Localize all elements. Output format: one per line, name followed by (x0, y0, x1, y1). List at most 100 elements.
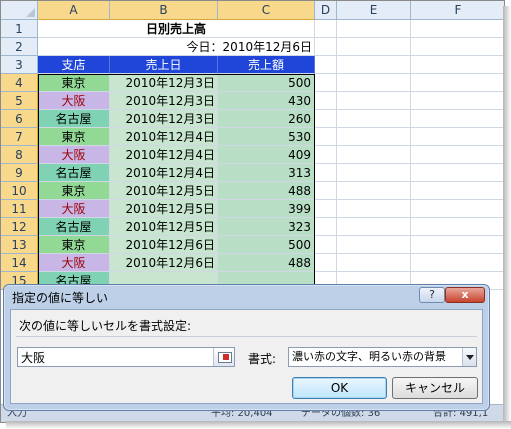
empty-cell[interactable] (337, 146, 411, 164)
row-header-5[interactable]: 5 (1, 92, 38, 110)
empty-cell[interactable] (337, 254, 411, 272)
empty-cell[interactable] (411, 20, 504, 38)
empty-cell[interactable] (315, 164, 337, 182)
empty-cell[interactable] (337, 92, 411, 110)
branch-cell[interactable]: 大阪 (38, 254, 110, 272)
column-header-d[interactable]: D (315, 1, 337, 20)
date-cell[interactable]: 2010年12月5日 (110, 200, 218, 218)
empty-cell[interactable] (411, 182, 504, 200)
empty-cell[interactable] (411, 218, 504, 236)
date-cell[interactable]: 2010年12月5日 (110, 218, 218, 236)
empty-cell[interactable] (411, 146, 504, 164)
empty-cell[interactable] (337, 182, 411, 200)
sheet-title[interactable]: 日別売上高 (38, 20, 315, 38)
row-header-7[interactable]: 7 (1, 128, 38, 146)
range-reference-button[interactable] (213, 348, 234, 366)
branch-cell[interactable]: 大阪 (38, 92, 110, 110)
empty-cell[interactable] (411, 56, 504, 74)
empty-cell[interactable] (411, 236, 504, 254)
date-cell[interactable]: 2010年12月4日 (110, 128, 218, 146)
branch-cell[interactable]: 大阪 (38, 146, 110, 164)
empty-cell[interactable] (315, 110, 337, 128)
empty-cell[interactable] (411, 128, 504, 146)
row-header-13[interactable]: 13 (1, 236, 38, 254)
empty-cell[interactable] (315, 56, 337, 74)
row-header-6[interactable]: 6 (1, 110, 38, 128)
row-header-14[interactable]: 14 (1, 254, 38, 272)
table-header[interactable]: 支店 (38, 56, 110, 74)
empty-cell[interactable] (315, 182, 337, 200)
cancel-button[interactable]: キャンセル (392, 377, 478, 399)
empty-cell[interactable] (411, 92, 504, 110)
empty-cell[interactable] (411, 200, 504, 218)
empty-cell[interactable] (337, 236, 411, 254)
amount-cell[interactable]: 430 (218, 92, 315, 110)
amount-cell[interactable]: 323 (218, 218, 315, 236)
table-header[interactable]: 売上額 (218, 56, 315, 74)
branch-cell[interactable]: 名古屋 (38, 218, 110, 236)
empty-cell[interactable] (315, 128, 337, 146)
row-header-8[interactable]: 8 (1, 146, 38, 164)
empty-cell[interactable] (411, 110, 504, 128)
empty-cell[interactable] (411, 254, 504, 272)
date-cell[interactable]: 2010年12月3日 (110, 110, 218, 128)
row-header-10[interactable]: 10 (1, 182, 38, 200)
empty-cell[interactable] (337, 110, 411, 128)
empty-cell[interactable] (337, 164, 411, 182)
column-header-b[interactable]: B (110, 1, 218, 20)
empty-cell[interactable] (315, 218, 337, 236)
branch-cell[interactable]: 東京 (38, 182, 110, 200)
branch-cell[interactable]: 名古屋 (38, 110, 110, 128)
close-button[interactable]: x (445, 287, 485, 303)
amount-cell[interactable]: 399 (218, 200, 315, 218)
value-input[interactable] (17, 347, 235, 367)
empty-cell[interactable] (337, 20, 411, 38)
empty-cell[interactable] (411, 74, 504, 92)
branch-cell[interactable]: 東京 (38, 236, 110, 254)
date-cell[interactable]: 2010年12月4日 (110, 146, 218, 164)
empty-cell[interactable] (315, 74, 337, 92)
empty-cell[interactable] (337, 74, 411, 92)
empty-cell[interactable] (315, 254, 337, 272)
branch-cell[interactable]: 名古屋 (38, 164, 110, 182)
row-header-1[interactable]: 1 (1, 20, 38, 38)
date-cell[interactable]: 2010年12月4日 (110, 164, 218, 182)
empty-cell[interactable] (315, 200, 337, 218)
empty-cell[interactable] (411, 164, 504, 182)
format-select[interactable]: 濃い赤の文字、明るい赤の背景 (288, 347, 477, 367)
column-header-e[interactable]: E (337, 1, 411, 20)
date-cell[interactable]: 2010年12月3日 (110, 92, 218, 110)
help-button[interactable]: ? (419, 287, 445, 303)
today-label[interactable]: 今日：2010年12月6日 (38, 38, 315, 56)
empty-cell[interactable] (315, 92, 337, 110)
empty-cell[interactable] (411, 38, 504, 56)
table-header[interactable]: 売上日 (110, 56, 218, 74)
date-cell[interactable]: 2010年12月5日 (110, 182, 218, 200)
row-header-11[interactable]: 11 (1, 200, 38, 218)
date-cell[interactable]: 2010年12月6日 (110, 236, 218, 254)
empty-cell[interactable] (337, 56, 411, 74)
amount-cell[interactable]: 313 (218, 164, 315, 182)
date-cell[interactable]: 2010年12月3日 (110, 74, 218, 92)
column-header-c[interactable]: C (218, 1, 315, 20)
empty-cell[interactable] (315, 146, 337, 164)
ok-button[interactable]: OK (292, 377, 387, 399)
column-header-a[interactable]: A (38, 1, 110, 20)
amount-cell[interactable]: 488 (218, 254, 315, 272)
row-header-3[interactable]: 3 (1, 56, 38, 74)
empty-cell[interactable] (337, 38, 411, 56)
empty-cell[interactable] (315, 38, 337, 56)
empty-cell[interactable] (337, 128, 411, 146)
select-all-corner[interactable] (1, 1, 38, 20)
empty-cell[interactable] (337, 218, 411, 236)
branch-cell[interactable]: 東京 (38, 74, 110, 92)
branch-cell[interactable]: 東京 (38, 128, 110, 146)
amount-cell[interactable]: 500 (218, 74, 315, 92)
date-cell[interactable]: 2010年12月6日 (110, 254, 218, 272)
branch-cell[interactable]: 大阪 (38, 200, 110, 218)
empty-cell[interactable] (337, 200, 411, 218)
row-header-2[interactable]: 2 (1, 38, 38, 56)
column-header-f[interactable]: F (411, 1, 504, 20)
format-dropdown-button[interactable] (462, 348, 476, 366)
row-header-4[interactable]: 4 (1, 74, 38, 92)
